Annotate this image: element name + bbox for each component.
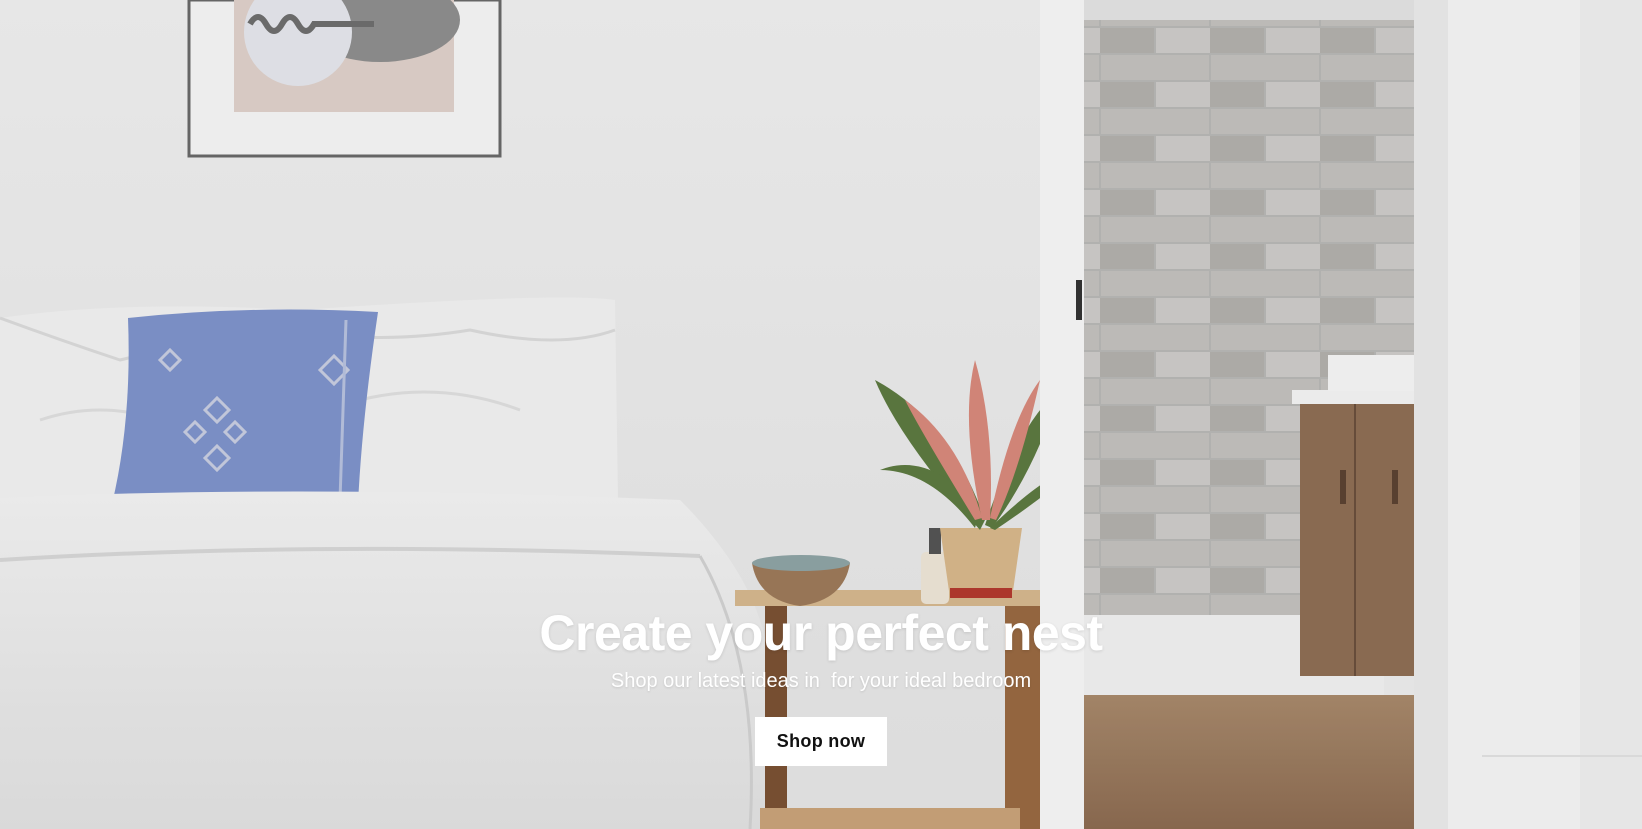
hero-subtitle: Shop our latest ideas in for your ideal … <box>610 670 1032 692</box>
hero-content: Create your perfect nest Shop our latest… <box>0 605 1642 766</box>
hero-title: Create your perfect nest <box>539 605 1103 661</box>
shop-now-button[interactable]: Shop now <box>755 717 887 766</box>
hero-banner: Create your perfect nest Shop our latest… <box>0 0 1642 829</box>
